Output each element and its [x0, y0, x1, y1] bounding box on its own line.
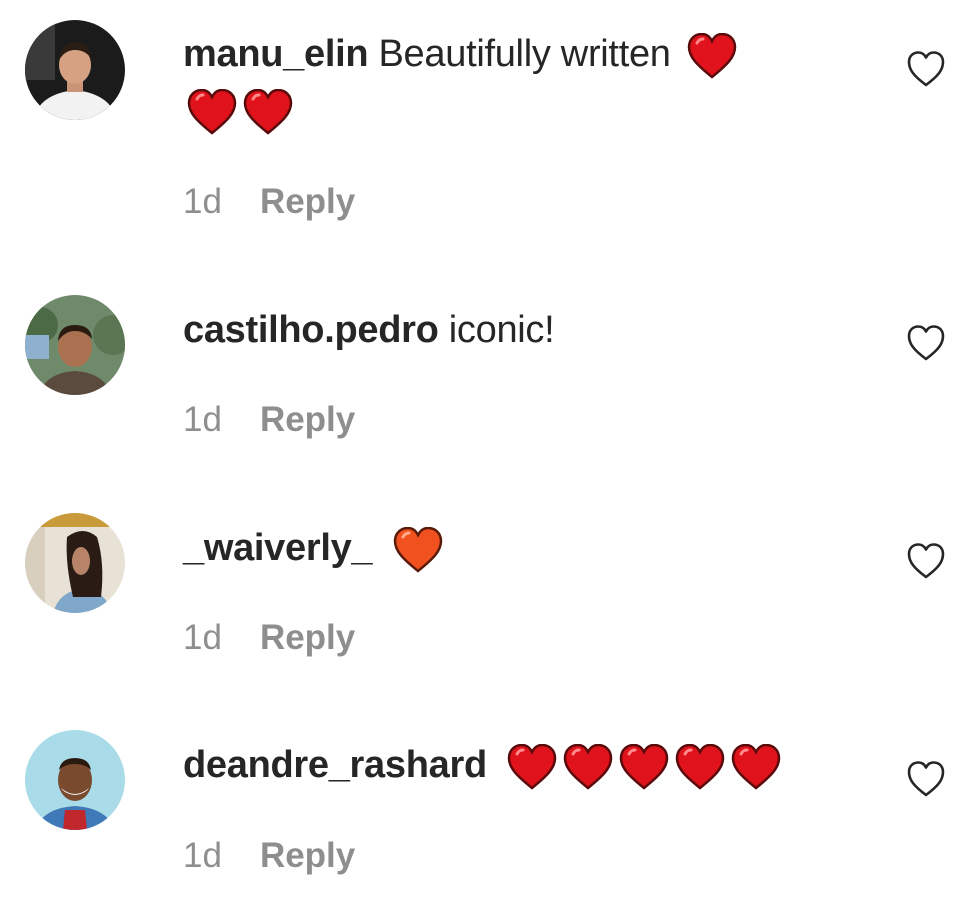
timestamp: 1d [183, 400, 222, 439]
red-heart-icon [687, 32, 737, 79]
avatar[interactable] [25, 730, 125, 830]
reply-button[interactable]: Reply [260, 836, 355, 876]
red-heart-icon [563, 743, 613, 790]
like-heart-icon[interactable] [906, 542, 946, 580]
username[interactable]: manu_elin [183, 33, 369, 75]
reply-button[interactable]: Reply [260, 400, 355, 440]
username[interactable]: deandre_rashard [183, 744, 487, 786]
comment-text: deandre_rashard [183, 737, 833, 793]
red-heart-icon [187, 88, 237, 135]
reply-button[interactable]: Reply [260, 182, 355, 222]
comment-meta: 1d Reply [183, 400, 355, 440]
like-heart-icon[interactable] [906, 760, 946, 798]
comment-text: castilho.pedro iconic! [183, 302, 833, 358]
comment-text: manu_elin Beautifully written [183, 26, 833, 138]
comment-meta: 1d Reply [183, 182, 355, 222]
timestamp: 1d [183, 618, 222, 657]
comment-meta: 1d Reply [183, 836, 355, 876]
comment-body: iconic! [448, 309, 555, 351]
avatar[interactable] [25, 295, 125, 395]
red-heart-icon [619, 743, 669, 790]
reply-button[interactable]: Reply [260, 618, 355, 658]
red-heart-icon [675, 743, 725, 790]
timestamp: 1d [183, 836, 222, 875]
timestamp: 1d [183, 182, 222, 221]
like-heart-icon[interactable] [906, 324, 946, 362]
like-heart-icon[interactable] [906, 50, 946, 88]
username[interactable]: _waiverly_ [183, 527, 373, 569]
username[interactable]: castilho.pedro [183, 309, 439, 351]
comment-text: _waiverly_ [183, 520, 833, 576]
avatar[interactable] [25, 20, 125, 120]
avatar[interactable] [25, 513, 125, 613]
red-heart-icon [507, 743, 557, 790]
red-heart-icon [243, 88, 293, 135]
orange-heart-icon [393, 526, 443, 573]
red-heart-icon [731, 743, 781, 790]
comment-meta: 1d Reply [183, 618, 355, 658]
comment-body: Beautifully written [378, 33, 671, 75]
